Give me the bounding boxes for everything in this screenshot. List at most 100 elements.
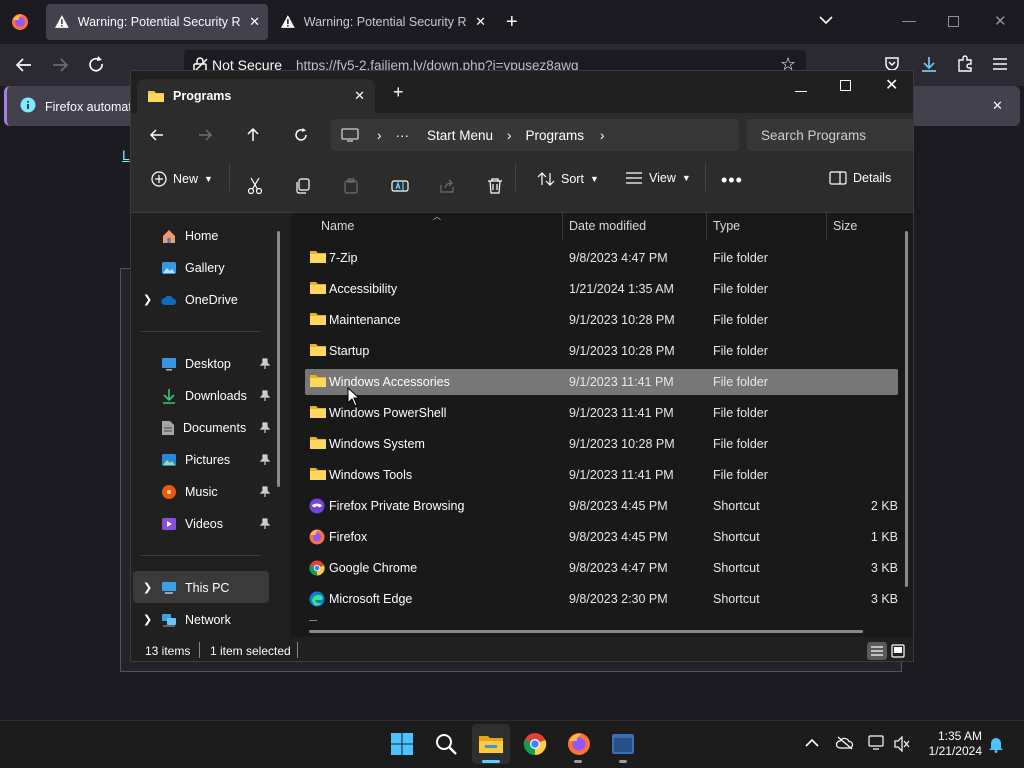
taskbar-clock[interactable]: 1:35 AM 1/21/2024: [916, 729, 982, 759]
taskbar-file-explorer[interactable]: [475, 728, 507, 760]
browser-tab-active[interactable]: Warning: Potential Security Risk Ahead ✕: [46, 4, 268, 40]
close-window-icon[interactable]: ✕: [994, 12, 1007, 30]
column-date-modified[interactable]: Date modified: [569, 219, 646, 233]
details-view-button[interactable]: [867, 642, 887, 660]
pin-icon[interactable]: [260, 358, 270, 370]
search-input[interactable]: Search Programs: [747, 119, 913, 151]
close-window-icon[interactable]: ✕: [885, 75, 898, 95]
chevron-right-icon[interactable]: ❯: [143, 293, 152, 306]
list-tabs-icon[interactable]: [818, 14, 834, 26]
sidebar-item-home[interactable]: Home: [161, 223, 218, 249]
restore-icon[interactable]: [948, 16, 959, 27]
file-row[interactable]: Windows System 9/1/2023 10:28 PM File fold…: [305, 431, 898, 457]
notification-bell-icon[interactable]: [988, 735, 1004, 753]
cut-icon[interactable]: [247, 177, 263, 195]
infobar-close-icon[interactable]: ✕: [992, 98, 1003, 114]
file-row[interactable]: Windows Tools 9/1/2023 11:41 PM File folde…: [305, 462, 898, 488]
chevron-right-icon[interactable]: ❯: [143, 581, 152, 594]
file-row[interactable]: 7-Zip 9/8/2023 4:47 PM File folder: [305, 245, 898, 271]
volume-muted-icon[interactable]: [894, 736, 910, 752]
sidebar-item-videos[interactable]: Videos: [161, 511, 270, 537]
browser-tab[interactable]: Warning: Potential Security Risk Ahead ✕: [272, 4, 494, 40]
view-button[interactable]: View ▼: [625, 171, 691, 185]
delete-icon[interactable]: [487, 177, 503, 195]
thumbnail-view-button[interactable]: [891, 644, 905, 658]
chevron-right-icon[interactable]: ›: [377, 128, 382, 143]
taskbar-search-button[interactable]: [430, 728, 462, 760]
network-tray-icon[interactable]: [868, 735, 886, 751]
breadcrumb-start-menu[interactable]: Start Menu: [427, 128, 493, 143]
column-size[interactable]: Size: [833, 219, 857, 233]
up-icon[interactable]: [245, 127, 261, 143]
pin-icon[interactable]: [260, 486, 270, 498]
see-more-icon[interactable]: •••: [721, 171, 743, 189]
address-bar[interactable]: › ··· Start Menu › Programs ›: [331, 119, 739, 151]
firefox-menu-icon[interactable]: [10, 12, 30, 32]
column-divider[interactable]: [706, 213, 707, 239]
column-name[interactable]: Name: [321, 219, 354, 233]
pin-icon[interactable]: [260, 422, 270, 434]
chevron-right-icon[interactable]: ›: [507, 128, 512, 143]
sidebar-item-desktop[interactable]: Desktop: [161, 351, 270, 377]
minimize-icon[interactable]: [795, 91, 807, 92]
share-icon[interactable]: [439, 178, 455, 194]
copy-icon[interactable]: [295, 178, 311, 194]
new-tab-icon[interactable]: +: [393, 83, 404, 101]
file-row[interactable]: Maintenance 9/1/2023 10:28 PM File folder: [305, 307, 898, 333]
column-divider[interactable]: [562, 213, 563, 239]
sidebar-item-this-pc[interactable]: This PC: [161, 575, 229, 601]
sidebar-item-documents[interactable]: Documents: [161, 415, 270, 441]
taskbar-firefox[interactable]: [563, 728, 595, 760]
page-link[interactable]: L: [122, 147, 130, 163]
paste-icon[interactable]: [343, 178, 359, 194]
show-hidden-icons-chevron-up-icon[interactable]: [805, 738, 819, 748]
file-row[interactable]: Firefox 9/8/2023 4:45 PM Shortcut 1 KB: [305, 524, 898, 550]
minimize-icon[interactable]: [902, 21, 916, 22]
column-type[interactable]: Type: [713, 219, 740, 233]
sidebar-item-pictures[interactable]: Pictures: [161, 447, 270, 473]
onedrive-tray-icon[interactable]: [836, 736, 854, 750]
sort-button[interactable]: Sort ▼: [537, 171, 599, 187]
close-tab-icon[interactable]: ✕: [249, 14, 260, 30]
overflow-dots-icon[interactable]: ···: [396, 128, 410, 143]
pin-icon[interactable]: [260, 390, 270, 402]
sidebar-item-gallery[interactable]: Gallery: [161, 255, 225, 281]
file-row[interactable]: Microsoft Edge 9/8/2023 2:30 PM Shortcut 3 …: [305, 586, 898, 612]
sidebar-item-music[interactable]: Music: [161, 479, 270, 505]
menu-icon[interactable]: [992, 57, 1008, 71]
file-row[interactable]: Firefox Private Browsing 9/8/2023 4:45 PM…: [305, 493, 898, 519]
taskbar-chrome[interactable]: [519, 728, 551, 760]
pin-icon[interactable]: [260, 454, 270, 466]
chevron-right-icon[interactable]: ›: [600, 128, 605, 143]
extensions-icon[interactable]: [956, 55, 974, 73]
sidebar-item-downloads[interactable]: Downloads: [161, 383, 270, 409]
start-button[interactable]: [386, 728, 418, 760]
maximize-icon[interactable]: [840, 80, 851, 91]
horizontal-scrollbar[interactable]: [309, 630, 863, 633]
pin-icon[interactable]: [260, 518, 270, 530]
close-tab-icon[interactable]: ✕: [475, 14, 486, 30]
forward-icon[interactable]: [197, 127, 213, 143]
downloads-icon[interactable]: [920, 55, 938, 73]
forward-icon[interactable]: [50, 55, 70, 75]
sidebar-scrollbar[interactable]: [277, 231, 280, 487]
rename-icon[interactable]: [391, 178, 409, 194]
sidebar-item-onedrive[interactable]: OneDrive: [161, 287, 238, 313]
new-tab-icon[interactable]: +: [506, 12, 518, 32]
details-pane-button[interactable]: Details: [829, 171, 891, 185]
file-row[interactable]: Accessibility 1/21/2024 1:35 AM File folde…: [305, 276, 898, 302]
close-tab-icon[interactable]: ✕: [354, 88, 365, 104]
back-icon[interactable]: [149, 127, 165, 143]
reload-icon[interactable]: [86, 55, 106, 75]
file-row[interactable]: Windows PowerShell 9/1/2023 11:41 PM File …: [305, 400, 898, 426]
new-button[interactable]: New ▼: [151, 171, 213, 187]
explorer-tab-programs[interactable]: Programs ✕: [137, 79, 375, 113]
taskbar-app[interactable]: [607, 728, 639, 760]
column-divider[interactable]: [826, 213, 827, 239]
breadcrumb-programs[interactable]: Programs: [526, 128, 585, 143]
vertical-scrollbar[interactable]: [905, 231, 908, 587]
back-icon[interactable]: [14, 55, 34, 75]
refresh-icon[interactable]: [293, 127, 309, 143]
sidebar-item-network[interactable]: Network: [161, 607, 231, 633]
chevron-right-icon[interactable]: ❯: [143, 613, 152, 626]
